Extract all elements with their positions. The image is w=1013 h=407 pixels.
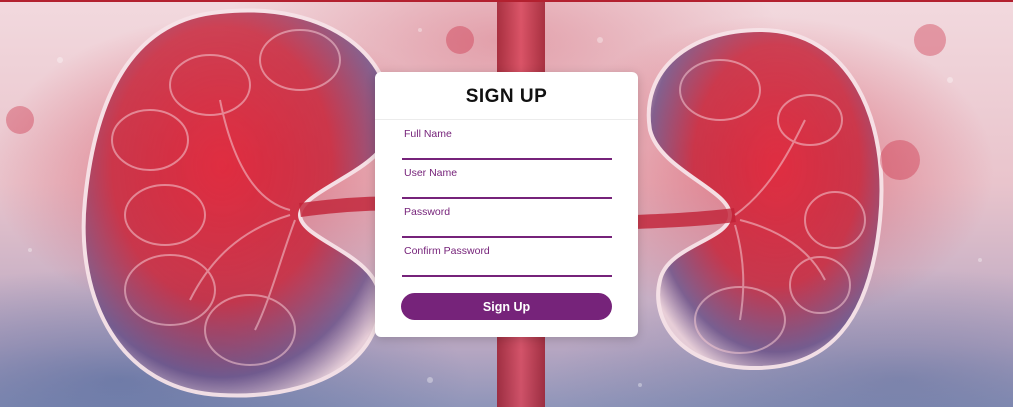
confirm-password-label: Confirm Password [404,245,490,257]
confirm-password-field: Confirm Password [402,245,612,277]
signup-card: SIGN UP Full Name User Name Password Con… [375,72,638,337]
full-name-input[interactable] [402,142,612,156]
full-name-label: Full Name [404,128,452,140]
form-title: SIGN UP [375,72,638,120]
password-field: Password [402,206,612,238]
top-border [0,0,1013,2]
user-name-input[interactable] [402,181,612,195]
sign-up-button[interactable]: Sign Up [401,293,612,320]
password-label: Password [404,206,451,218]
confirm-password-input[interactable] [402,259,612,273]
password-input[interactable] [402,220,612,234]
full-name-field: Full Name [402,128,612,160]
user-name-label: User Name [404,167,458,179]
user-name-field: User Name [402,167,612,199]
